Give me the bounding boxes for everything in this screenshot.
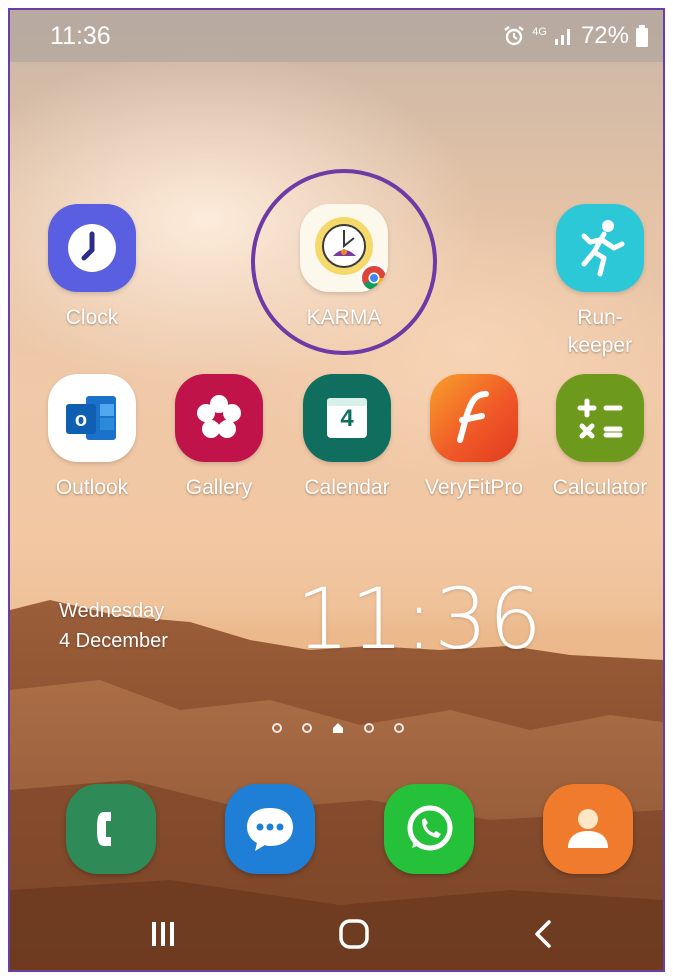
- app-clock[interactable]: Clock: [32, 204, 152, 332]
- whatsapp-icon: [407, 805, 453, 851]
- app-calendar[interactable]: 4 Calendar: [287, 374, 407, 502]
- battery-percent: 72%: [580, 22, 629, 49]
- home-icon[interactable]: [338, 918, 370, 950]
- home-page-icon: [333, 723, 343, 733]
- status-bar: 11:36 4G 72%: [10, 10, 663, 62]
- dock-phone[interactable]: [66, 784, 156, 874]
- app-runkeeper[interactable]: Run- keeper: [540, 204, 660, 360]
- veryfit-icon: [430, 374, 518, 462]
- message-icon: [247, 808, 293, 851]
- flower-icon: [175, 374, 263, 462]
- calculator-icon: [556, 374, 644, 462]
- calendar-day: 4: [340, 405, 354, 432]
- phone-icon: [97, 812, 111, 846]
- app-calculator[interactable]: Calculator: [540, 374, 660, 502]
- app-veryfitpro[interactable]: VeryFitPro: [414, 374, 534, 502]
- contact-icon: [568, 809, 608, 848]
- dock-contacts[interactable]: [543, 784, 633, 874]
- weekday-label: Wednesday: [59, 600, 165, 622]
- calendar-icon: 4: [303, 374, 391, 462]
- date-label: 4 December: [59, 630, 168, 652]
- status-time: 11:36: [50, 22, 111, 50]
- recents-icon[interactable]: [150, 918, 176, 950]
- clock-icon: [48, 204, 136, 292]
- dock-messages[interactable]: [225, 784, 315, 874]
- app-label: Calculator: [552, 476, 648, 499]
- navigation-bar: [10, 906, 663, 970]
- app-label: Calendar: [304, 476, 390, 499]
- page-dot: [302, 723, 312, 733]
- battery-icon: [636, 25, 648, 47]
- app-outlook[interactable]: o Outlook: [32, 374, 152, 502]
- alarm-icon: [504, 26, 524, 46]
- page-dot: [364, 723, 374, 733]
- home-screen: 11:36 4G 72% Clock KARMA Run- keeper o O…: [8, 8, 665, 972]
- app-label: VeryFitPro: [424, 476, 524, 499]
- app-label: Outlook: [55, 476, 129, 499]
- runner-icon: [556, 204, 644, 292]
- dock-whatsapp[interactable]: [384, 784, 474, 874]
- signal-icon: [554, 29, 570, 45]
- back-icon[interactable]: [532, 918, 554, 950]
- outlook-icon: o: [48, 374, 136, 462]
- date-widget[interactable]: Wednesday 4 December: [59, 596, 168, 656]
- page-dot: [272, 723, 282, 733]
- page-dot: [394, 723, 404, 733]
- svg-text:o: o: [75, 409, 87, 431]
- app-label: Gallery: [185, 476, 253, 499]
- highlight-circle: [251, 169, 437, 355]
- app-label: Clock: [65, 306, 119, 329]
- network-4g-icon: 4G: [532, 25, 547, 38]
- clock-widget-time[interactable]: 11:36: [296, 570, 543, 668]
- page-indicator: [272, 722, 404, 734]
- app-label: Run-: [577, 306, 623, 329]
- app-label: keeper: [567, 334, 633, 357]
- app-gallery[interactable]: Gallery: [159, 374, 279, 502]
